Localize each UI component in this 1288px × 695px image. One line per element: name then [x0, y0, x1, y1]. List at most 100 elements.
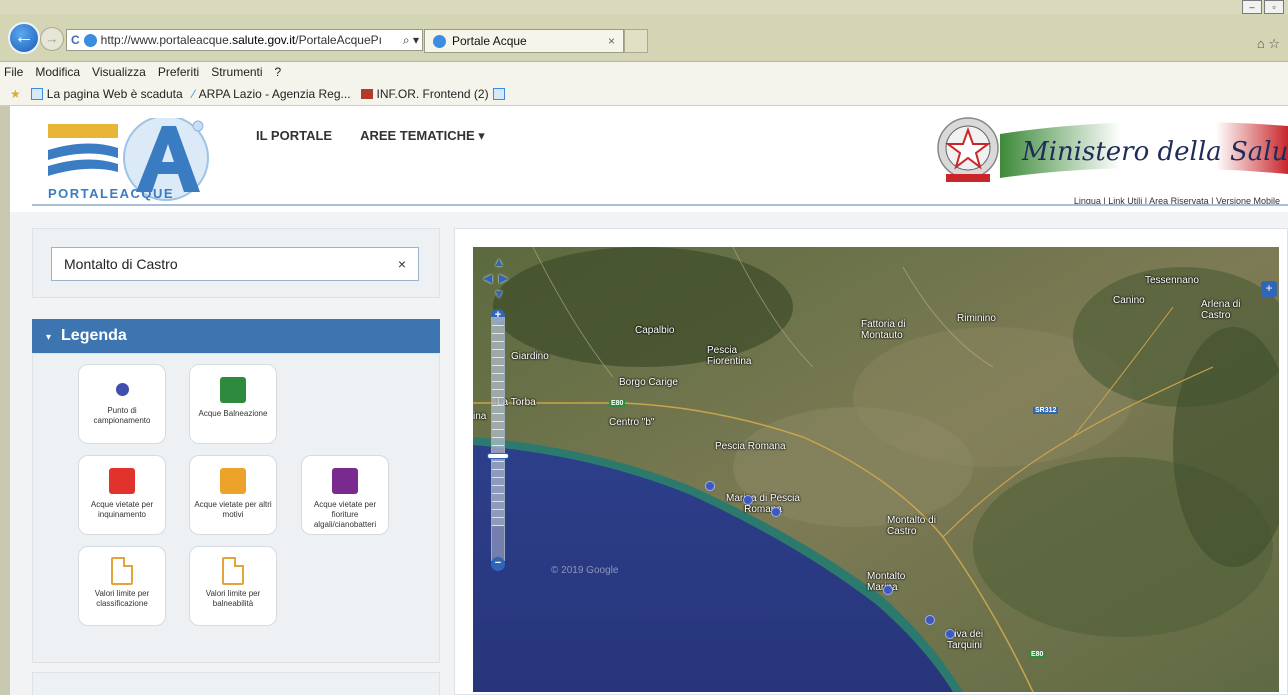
refresh-icon[interactable]: C: [71, 30, 80, 50]
sampling-point-marker[interactable]: [743, 495, 753, 505]
header-divider: [32, 204, 1288, 206]
menu-preferiti[interactable]: Preferiti: [158, 62, 199, 82]
map-label: Giardino: [511, 351, 549, 362]
map-label: Pescia Fiorentina: [707, 345, 752, 367]
arpa-icon: ⁄: [192, 86, 195, 101]
map-label: Pescia Romana: [715, 441, 786, 452]
map-panel: Tessennano Canino Arlena di Castro Capal…: [454, 228, 1288, 695]
logo-text: PORTALEACQUE: [48, 186, 175, 201]
new-tab-button[interactable]: [624, 29, 648, 53]
legend-title: Legenda: [61, 327, 127, 344]
ministry-text: Ministero della Salute: [1021, 137, 1288, 167]
sampling-point-dot: [115, 383, 129, 396]
address-bar[interactable]: C http://www.portaleacque.salute.gov.it/…: [66, 29, 423, 51]
menu-bar: File Modifica Visualizza Preferiti Strum…: [0, 62, 1288, 82]
tab-close-icon[interactable]: ×: [608, 30, 623, 52]
legend-item-label: Acque vietate per inquinamento: [90, 500, 154, 519]
legend-item-label: Acque vietate per fioriture algali/ciano…: [313, 500, 377, 529]
home-star-icons[interactable]: ⌂ ☆: [1257, 36, 1280, 52]
menu-visualizza[interactable]: Visualizza: [92, 62, 146, 82]
legend-header[interactable]: ▾ Legenda: [32, 319, 440, 353]
location-search-input[interactable]: Montalto di Castro ×: [51, 247, 419, 281]
green-swatch: [220, 377, 246, 403]
search-icon[interactable]: ⌕ ▾: [403, 30, 422, 50]
map-label: Capalbio: [635, 325, 675, 336]
infor-icon: [360, 88, 373, 99]
sampling-point-marker[interactable]: [771, 507, 781, 517]
favorites-star-icon[interactable]: ★: [10, 82, 21, 105]
map-label: Arlena di Castro: [1201, 299, 1241, 321]
sampling-point-marker[interactable]: [945, 629, 955, 639]
legend-item-label: Acque vietate per altri motivi: [194, 500, 272, 519]
satellite-map[interactable]: Tessennano Canino Arlena di Castro Capal…: [473, 247, 1279, 692]
menu-modifica[interactable]: Modifica: [35, 62, 80, 82]
menu-strumenti[interactable]: Strumenti: [211, 62, 262, 82]
zoom-slider[interactable]: [491, 317, 505, 561]
map-label: Canino: [1113, 295, 1145, 306]
restore-button[interactable]: ▫: [1264, 0, 1284, 14]
web-page: PORTALEACQUE IL PORTALE AREE TEMATICHE ▾…: [10, 106, 1288, 695]
menu-help[interactable]: ?: [275, 62, 282, 82]
nav-aree-tematiche[interactable]: AREE TEMATICHE ▾: [360, 128, 485, 144]
map-label: Borgo Carige: [619, 377, 678, 388]
clear-search-icon[interactable]: ×: [398, 248, 406, 280]
page-icon: [492, 87, 505, 100]
sampling-point-marker[interactable]: [883, 585, 893, 595]
chevron-down-icon: ▾: [46, 332, 52, 343]
page-icon: [30, 87, 43, 100]
road-shield: E80: [609, 400, 626, 407]
menu-file[interactable]: File: [4, 62, 23, 82]
pan-up-icon[interactable]: ▲: [493, 255, 505, 269]
orange-swatch: [220, 468, 246, 494]
road-shield: E80: [1029, 651, 1046, 658]
road-shield: SR312: [1033, 407, 1059, 414]
url-prefix: http://www.portaleacque.: [100, 33, 233, 47]
tab-title: Portale Acque: [452, 34, 527, 48]
legend-item-bathing: Acque Balneazione: [189, 364, 277, 444]
zoom-slider-handle[interactable]: [487, 453, 509, 459]
legend-item-pollution: Acque vietate per inquinamento: [78, 455, 166, 535]
layer-switcher-button[interactable]: +: [1261, 281, 1277, 297]
sampling-point-marker[interactable]: [705, 481, 715, 491]
browser-toolbar: ← → C http://www.portaleacque.salute.gov…: [0, 14, 1288, 62]
map-label: Fattoria di Montauto: [861, 319, 906, 341]
map-label: Tessennano: [1145, 275, 1199, 286]
url-host: salute.gov.it: [232, 33, 296, 47]
legend-body: Punto di campionamento Acque Balneazione…: [32, 353, 440, 663]
pan-right-icon[interactable]: ▶: [499, 271, 508, 285]
pan-left-icon[interactable]: ◀: [483, 271, 492, 285]
back-button[interactable]: ←: [8, 22, 40, 54]
favorite-item[interactable]: La pagina Web è scaduta: [30, 82, 183, 105]
bottom-panel: [32, 672, 440, 695]
map-label: Centro "b": [609, 417, 655, 428]
top-navigation: IL PORTALE AREE TEMATICHE ▾: [256, 128, 485, 144]
zoom-out-button[interactable]: −: [491, 557, 505, 571]
nav-il-portale[interactable]: IL PORTALE: [256, 128, 332, 144]
pan-down-icon[interactable]: ▼: [493, 287, 505, 301]
site-header: PORTALEACQUE IL PORTALE AREE TEMATICHE ▾…: [10, 106, 1288, 212]
ie-tab-icon: [433, 34, 446, 48]
legend-item-other: Acque vietate per altri motivi: [189, 455, 277, 535]
map-imagery: [473, 247, 1279, 692]
ministero-salute-logo[interactable]: Ministero della Salute: [930, 112, 1288, 188]
legend-item-bathing-limits[interactable]: Valori limite per balneabilità: [189, 546, 277, 626]
favorites-bar: ★ La pagina Web è scaduta ⁄ ARPA Lazio - …: [0, 82, 1288, 106]
purple-swatch: [332, 468, 358, 494]
legend-item-sampling-point: Punto di campionamento: [78, 364, 166, 444]
minimize-button[interactable]: –: [1242, 0, 1262, 14]
favorite-item[interactable]: INF.OR. Frontend (2): [360, 82, 505, 105]
window-titlebar: – ▫: [0, 0, 1288, 14]
legend-item-label: Valori limite per classificazione: [94, 589, 150, 608]
legend-item-classification-limits[interactable]: Valori limite per classificazione: [78, 546, 166, 626]
favorite-item[interactable]: ⁄ ARPA Lazio - Agenzia Reg...: [193, 82, 351, 105]
legend-item-label: Valori limite per balneabilità: [205, 589, 261, 608]
tab-portale-acque[interactable]: Portale Acque ×: [424, 29, 624, 53]
red-swatch: [109, 468, 135, 494]
pan-control[interactable]: ▲ ◀ ▶ ▼: [483, 255, 511, 305]
forward-button[interactable]: →: [40, 27, 64, 51]
document-icon: [222, 557, 244, 585]
legend-item-label: Punto di campionamento: [93, 406, 151, 425]
sampling-point-marker[interactable]: [925, 615, 935, 625]
map-label: Marina di Pescia Romana: [726, 493, 800, 515]
map-label: ina: [473, 411, 487, 422]
